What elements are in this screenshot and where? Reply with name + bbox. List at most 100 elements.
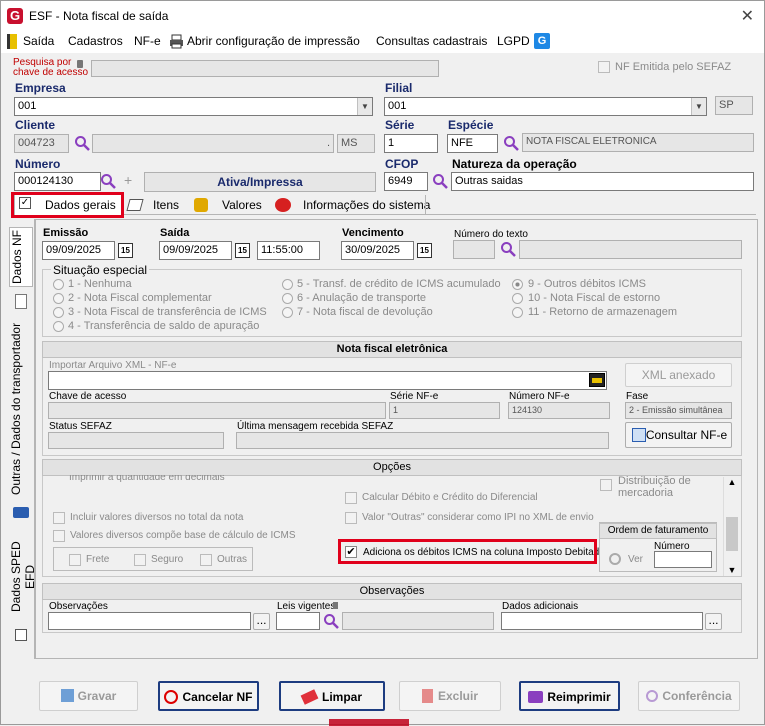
scroll-thumb[interactable] <box>726 517 738 551</box>
vencimento-calendar-icon[interactable]: 15 <box>417 243 432 258</box>
saida-calendar-icon[interactable]: 15 <box>235 243 250 258</box>
search-list-icon <box>632 428 646 442</box>
situacao-radio-11[interactable] <box>512 307 523 318</box>
filial-select[interactable]: 001 ▼ <box>384 97 707 116</box>
situacao-radio-7[interactable] <box>282 307 293 318</box>
leis-vigentes-field[interactable] <box>276 612 320 630</box>
numero-field[interactable]: 000124130 <box>14 172 101 191</box>
saida-time-field[interactable]: 11:55:00 <box>257 241 320 260</box>
access-key-search-input[interactable] <box>91 60 439 77</box>
numero-texto-search-icon[interactable] <box>500 241 516 257</box>
fase-field: 2 - Emissão simultânea <box>625 402 732 419</box>
menu-abrir-configuracao[interactable]: Abrir configuração de impressão <box>187 34 360 48</box>
menu-nfe[interactable]: NF-e <box>134 34 161 48</box>
situacao-radio-3[interactable] <box>53 307 64 318</box>
serie-field[interactable]: 1 <box>384 134 438 153</box>
especie-field[interactable]: NFE <box>447 134 498 153</box>
valor-outras-checkbox[interactable] <box>345 512 357 524</box>
opcoes-scrollbar[interactable]: ▲ ▼ <box>723 477 740 576</box>
consultar-nfe-button[interactable]: Consultar NF-e <box>625 422 732 448</box>
gravar-button[interactable]: Gravar <box>39 681 138 711</box>
opcoes-section-title: Opções <box>42 459 742 476</box>
situacao-radio-5[interactable] <box>282 279 293 290</box>
vencimento-date-field[interactable]: 30/09/2025 <box>341 241 414 260</box>
ver-label[interactable]: Ver <box>628 554 643 565</box>
tab-valores[interactable]: Valores <box>222 195 262 215</box>
serie-nfe-label: Série NF-e <box>390 391 439 402</box>
situacao-radio-9[interactable] <box>512 279 523 290</box>
dados-adicionais-field[interactable] <box>501 612 703 630</box>
menu-cadastros[interactable]: Cadastros <box>68 34 123 48</box>
calcular-diferencial-checkbox[interactable] <box>345 492 357 504</box>
situacao-option-1: 1 - Nenhuma <box>68 278 132 290</box>
frete-label: Frete <box>86 554 110 565</box>
valores-diversos-checkbox[interactable] <box>53 530 65 542</box>
serie-nfe-field: 1 <box>389 402 500 419</box>
cliente-name-field: . <box>92 134 334 153</box>
ordem-numero-field[interactable] <box>654 551 712 568</box>
tab-itens[interactable]: Itens <box>153 195 179 215</box>
cancelar-nf-button[interactable]: Cancelar NF <box>158 681 259 711</box>
conferencia-button[interactable]: Conferência <box>638 681 740 711</box>
side-tab-dados-nf[interactable]: Dados NF <box>9 227 33 287</box>
dados-adicionais-more-button[interactable]: ... <box>705 613 722 630</box>
emissao-date-field[interactable]: 09/09/2025 <box>42 241 115 260</box>
situacao-radio-1[interactable] <box>53 279 64 290</box>
observacoes-field[interactable] <box>48 612 251 630</box>
cfop-search-icon[interactable] <box>432 173 448 189</box>
saida-label: Saída <box>160 227 190 239</box>
menu-consultas-cadastrais[interactable]: Consultas cadastrais <box>376 34 487 48</box>
cliente-search-icon[interactable] <box>74 135 90 151</box>
save-icon <box>60 689 74 702</box>
situacao-option-5: 5 - Transf. de crédito de ICMS acumulado <box>297 278 501 290</box>
observacoes-more-button[interactable]: ... <box>253 613 270 630</box>
folder-icon[interactable] <box>589 373 605 387</box>
seguro-label: Seguro <box>151 554 184 565</box>
ver-search-icon[interactable] <box>609 553 621 565</box>
situacao-radio-4[interactable] <box>53 321 64 332</box>
importar-xml-input[interactable] <box>48 371 607 390</box>
incluir-valores-checkbox[interactable] <box>53 512 65 524</box>
printer-icon <box>170 34 183 49</box>
side-tab-outras-transportador[interactable]: Outras / Dados do transportador <box>9 321 33 497</box>
close-icon[interactable]: ✕ <box>741 6 754 26</box>
situacao-option-2: 2 - Nota Fiscal complementar <box>68 292 212 304</box>
side-tab-sped-efd[interactable]: Dados SPED EFD <box>9 529 37 625</box>
numero-texto-field[interactable] <box>453 240 495 259</box>
scroll-up-icon[interactable]: ▲ <box>724 477 740 487</box>
leis-search-icon[interactable] <box>323 613 339 629</box>
emissao-calendar-icon[interactable]: 15 <box>118 243 133 258</box>
empresa-select[interactable]: 001 ▼ <box>14 97 373 116</box>
natureza-field[interactable]: Outras saidas <box>451 172 754 191</box>
window: G ESF - Nota fiscal de saída ✕ Saída Cad… <box>0 0 765 726</box>
situacao-option-10: 10 - Nota Fiscal de estorno <box>528 292 661 304</box>
outras-checkbox[interactable] <box>200 554 212 566</box>
scroll-down-icon[interactable]: ▼ <box>724 565 740 575</box>
cfop-field[interactable]: 6949 <box>384 172 428 191</box>
menu-lgpd[interactable]: LGPD <box>497 34 530 48</box>
situacao-radio-2[interactable] <box>53 293 64 304</box>
tab-informacoes-sistema[interactable]: Informações do sistema <box>303 195 430 215</box>
plus-icon[interactable]: + <box>124 172 132 188</box>
gravar-label: Gravar <box>77 689 117 703</box>
menu-saida[interactable]: Saída <box>23 34 54 48</box>
numero-search-icon[interactable] <box>100 173 116 189</box>
tab-separator <box>425 195 426 214</box>
distribuicao-checkbox[interactable] <box>600 479 612 491</box>
excluir-button[interactable]: Excluir <box>399 681 501 711</box>
situacao-radio-10[interactable] <box>512 293 523 304</box>
document-icon <box>15 294 27 309</box>
especie-search-icon[interactable] <box>503 135 519 151</box>
nf-emitida-label: NF Emitida pelo SEFAZ <box>615 61 732 73</box>
reimprimir-button[interactable]: Reimprimir <box>519 681 620 711</box>
frete-checkbox[interactable] <box>69 554 81 566</box>
cliente-code-field[interactable]: 004723 <box>14 134 69 153</box>
limpar-button[interactable]: Limpar <box>279 681 385 711</box>
filial-label: Filial <box>385 81 413 95</box>
situacao-radio-6[interactable] <box>282 293 293 304</box>
ultima-mensagem-field <box>236 432 609 449</box>
seguro-checkbox[interactable] <box>134 554 146 566</box>
saida-date-field[interactable]: 09/09/2025 <box>159 241 232 260</box>
lgpd-icon[interactable]: G <box>534 33 550 49</box>
xml-anexado-button[interactable]: XML anexado <box>625 363 732 387</box>
